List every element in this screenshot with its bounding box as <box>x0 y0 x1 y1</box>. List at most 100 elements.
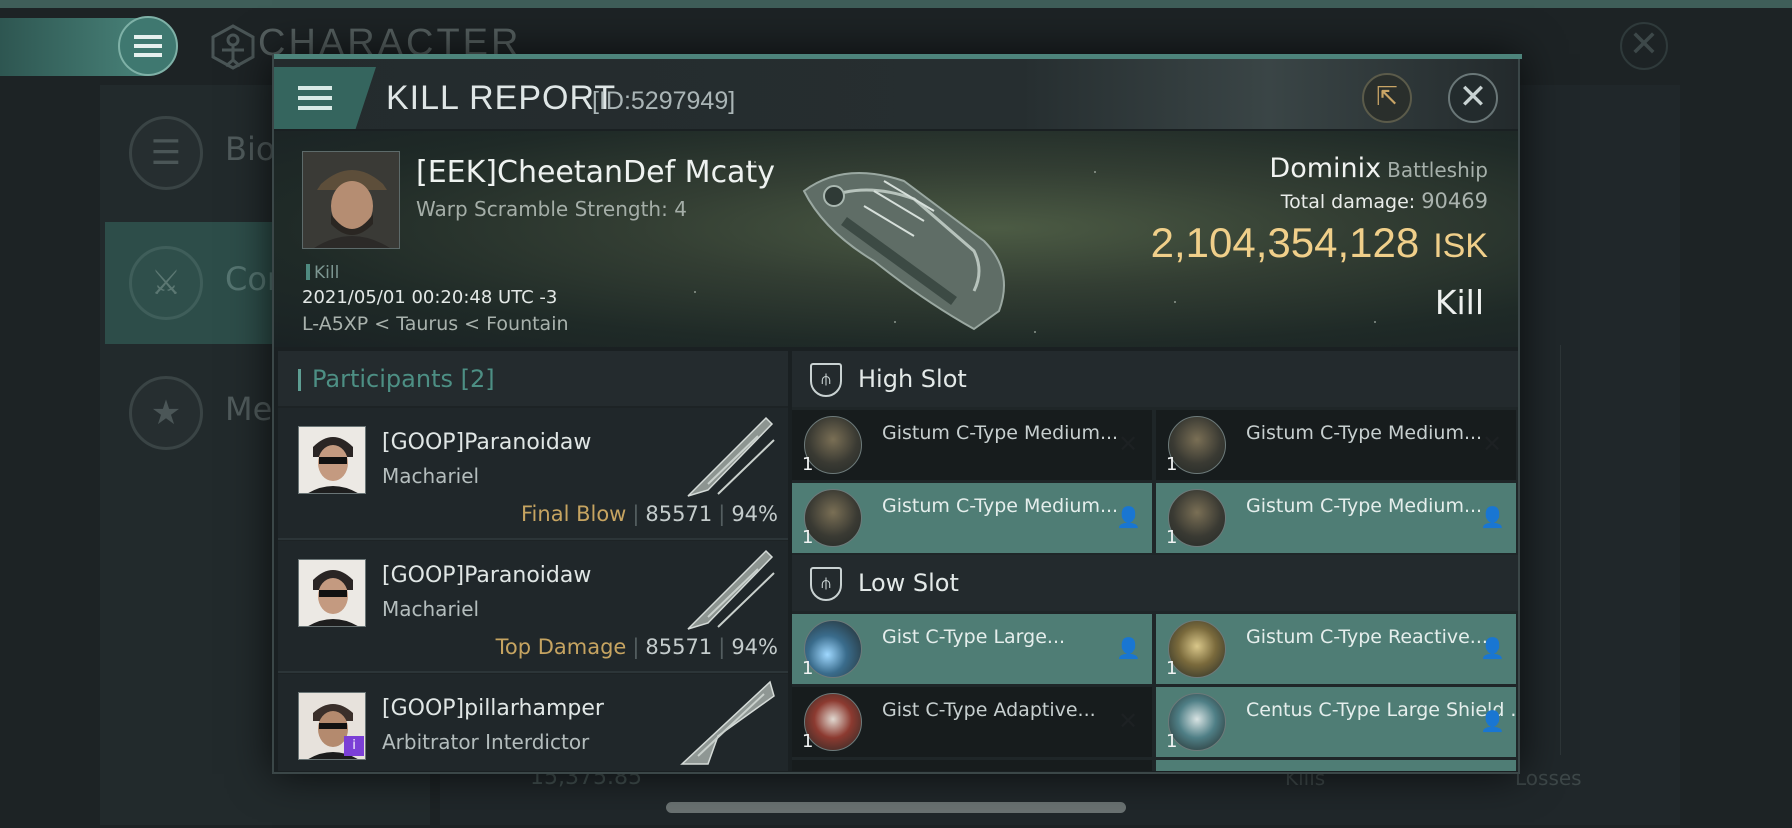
participants-header: Participants [2] <box>278 351 788 406</box>
share-button[interactable]: ⇱ <box>1362 73 1412 123</box>
participant-name: [GOOP]pillarhamper <box>382 696 604 721</box>
module-item[interactable]: 1 Centus C-Type Large Shield ... 👤 <box>1156 687 1518 757</box>
participant-avatar[interactable] <box>298 426 366 494</box>
participants-count: [2] <box>460 365 495 393</box>
close-icon: ✕ <box>1458 77 1488 117</box>
top-damage-tag: Top Damage <box>495 635 627 659</box>
participant-ship: Machariel <box>382 597 480 621</box>
participant-row[interactable]: [GOOP]Paranoidaw Machariel Top Damage | 85… <box>278 541 788 673</box>
high-slot-header: ⫛ High Slot <box>792 351 1518 407</box>
kill-report-dialog: KILL REPORT [ID:5297949] ⇱ ✕ [EEK]Cheeta… <box>272 54 1522 774</box>
external-link-icon: ⇱ <box>1376 82 1398 112</box>
module-item[interactable]: 1 Gistum C-Type Medium... ✕ <box>792 410 1152 480</box>
hamburger-icon <box>298 96 332 100</box>
victim-ship-image[interactable] <box>784 151 1024 341</box>
participant-avatar[interactable] <box>298 559 366 627</box>
module-name: Gist C-Type Large... <box>882 626 1066 648</box>
dialog-header: KILL REPORT [ID:5297949] ⇱ ✕ <box>274 59 1518 129</box>
low-slot-title: Low Slot <box>858 569 959 597</box>
kill-report-id: [ID:5297949] <box>592 87 736 115</box>
isk-amount: 2,104,354,128 <box>1150 219 1420 266</box>
module-name: Gistum C-Type Medium... <box>1246 422 1483 444</box>
person-icon: 👤 <box>1480 636 1505 660</box>
module-quantity: 1 <box>1166 527 1178 548</box>
ship-class: Battleship <box>1387 158 1488 182</box>
module-item[interactable]: 1 Gist C-Type Adaptive... ✕ <box>792 687 1152 757</box>
participant-damage: 85571 <box>645 502 713 526</box>
module-item[interactable]: 1 Gistum C-Type Reactive... 👤 <box>1156 614 1516 684</box>
result-label: Kill <box>1434 283 1484 322</box>
person-icon: 👤 <box>1116 505 1141 529</box>
high-slot-title: High Slot <box>858 365 967 393</box>
horizontal-scrollbar[interactable] <box>666 802 1126 813</box>
module-item[interactable] <box>792 760 1152 771</box>
victim-name[interactable]: [EEK]CheetanDef Mcaty <box>416 155 775 190</box>
final-blow-tag: Final Blow <box>521 502 627 526</box>
person-icon: 👤 <box>1480 709 1505 733</box>
dialog-title: KILL REPORT <box>386 79 617 117</box>
top-strip <box>0 0 1792 8</box>
module-quantity: 1 <box>802 731 814 752</box>
module-name: Gistum C-Type Medium... <box>882 422 1119 444</box>
participant-percent: 94% <box>731 635 778 659</box>
participant-stats: Top Damage | 85571 | 94% <box>496 635 778 659</box>
participant-name: [GOOP]Paranoidaw <box>382 563 592 588</box>
close-button[interactable]: ✕ <box>1448 73 1498 123</box>
participant-damage: 85571 <box>645 635 713 659</box>
crossed-swords-icon: ⚔ <box>129 246 203 320</box>
isk-unit: ISK <box>1433 227 1488 265</box>
module-quantity: 1 <box>1166 658 1178 679</box>
stat-separator: | <box>632 502 640 526</box>
kill-location: L-A5XP < Taurus < Fountain <box>302 313 569 335</box>
victim-summary: [EEK]CheetanDef Mcaty Warp Scramble Stre… <box>274 131 1518 347</box>
participants-title: Participants [2] <box>312 365 495 393</box>
bg-menu-button[interactable] <box>118 16 178 76</box>
module-name: Gistum C-Type Medium... <box>1246 495 1483 517</box>
module-quantity: 1 <box>1166 454 1178 475</box>
star-icon: ★ <box>129 376 203 450</box>
low-slot-icon: ⫛ <box>810 567 842 601</box>
module-quantity: 1 <box>802 658 814 679</box>
destroyed-icon: ✕ <box>1481 430 1503 458</box>
dialog-menu-button[interactable] <box>274 67 376 129</box>
participant-ship-image <box>687 416 775 497</box>
hamburger-icon <box>134 44 162 48</box>
kill-badge-label: Kill <box>314 263 340 283</box>
total-damage-value: 90469 <box>1421 189 1488 213</box>
kill-datetime: 2021/05/01 00:20:48 UTC -3 <box>302 287 558 308</box>
participant-row[interactable]: [GOOP]Paranoidaw Machariel Final Blow | 85… <box>278 408 788 540</box>
fitting-panel: ⫛ High Slot 1 Gistum C-Type Medium... ✕ … <box>792 351 1518 771</box>
character-icon <box>211 24 255 70</box>
person-icon: 👤 <box>1116 636 1141 660</box>
participant-stats: Final Blow | 85571 | 94% <box>521 502 778 526</box>
module-item[interactable]: 1 Gistum C-Type Medium... 👤 <box>1156 483 1516 553</box>
module-quantity: 1 <box>802 454 814 475</box>
pilot-portrait-icon <box>299 560 365 626</box>
module-item[interactable]: 1 Gistum C-Type Medium... ✕ <box>1156 410 1516 480</box>
module-item[interactable]: 1 Gistum C-Type Medium... 👤 <box>792 483 1152 553</box>
bg-sidebar-label: Bio <box>225 130 276 168</box>
high-slot-icon: ⫛ <box>810 363 842 397</box>
module-name: Gist C-Type Adaptive... <box>882 699 1096 721</box>
module-name: Centus C-Type Large Shield ... <box>1246 699 1518 721</box>
bg-close-icon[interactable]: ✕ <box>1620 22 1668 70</box>
info-badge-icon: i <box>344 736 364 756</box>
module-item[interactable]: 1 Gist C-Type Large... 👤 <box>792 614 1152 684</box>
pilot-portrait-icon <box>303 152 399 248</box>
isk-value: 2,104,354,128 ISK <box>1151 219 1488 267</box>
module-quantity: 1 <box>1166 731 1178 752</box>
pilot-portrait-icon <box>299 427 365 493</box>
participant-ship-image <box>687 549 775 630</box>
participant-row[interactable]: i [GOOP]pillarhamper Arbitrator Interdic… <box>278 674 788 771</box>
stat-separator: | <box>718 635 726 659</box>
victim-avatar[interactable] <box>302 151 400 249</box>
bg-losses-label: Losses <box>1515 766 1582 790</box>
kill-badge: Kill <box>306 263 339 283</box>
participant-ship-image <box>680 680 775 765</box>
stat-separator: | <box>718 502 726 526</box>
total-damage-label: Total damage: <box>1280 191 1416 213</box>
total-damage: Total damage: 90469 <box>1281 189 1488 213</box>
module-item[interactable] <box>1156 760 1516 771</box>
participant-name: [GOOP]Paranoidaw <box>382 430 592 455</box>
participants-panel: Participants [2] [GOOP]Paranoidaw Machar… <box>278 351 788 771</box>
